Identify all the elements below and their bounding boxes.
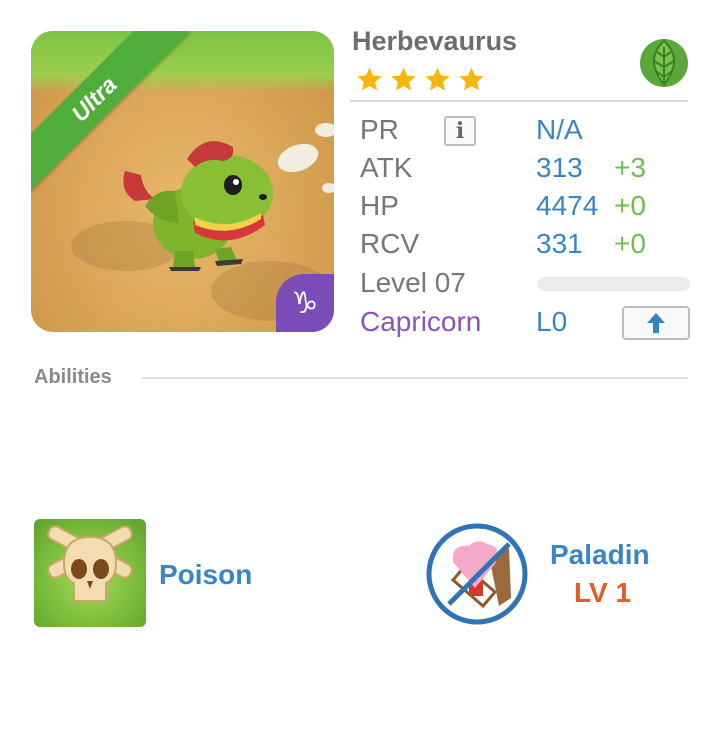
atk-label: ATK: [360, 152, 413, 183]
hp-bonus: +0: [614, 190, 646, 221]
hp-value: 4474: [536, 190, 599, 221]
dinosaur-monster: [123, 141, 273, 271]
heart-shield-icon[interactable]: [425, 522, 529, 626]
poison-ability-name: Poison: [159, 559, 253, 590]
monster-name: Herbevaurus: [352, 26, 518, 56]
info-button[interactable]: i: [444, 116, 476, 146]
skull-crossbones-icon: [47, 525, 133, 602]
level-progress-bar: [537, 277, 690, 291]
monster-portrait[interactable]: Ultra ♑: [31, 31, 334, 332]
info-icon: i: [455, 118, 465, 144]
grass-background: [31, 31, 334, 93]
paladin-ability-name: Paladin: [550, 539, 650, 570]
star-icon: [459, 67, 484, 91]
poison-ability-button[interactable]: [34, 519, 146, 627]
zodiac-upgrade-button[interactable]: [622, 306, 690, 340]
pr-value: N/A: [536, 114, 583, 145]
leaf-icon: [640, 39, 688, 87]
arrow-up-icon: [647, 313, 665, 333]
zodiac-level: L0: [536, 306, 568, 337]
atk-bonus: +3: [614, 152, 646, 183]
pr-label: PR: [360, 114, 399, 145]
level-label: Level 07: [360, 267, 466, 298]
zodiac-label: Capricorn: [360, 306, 482, 337]
star-rating: [355, 66, 486, 94]
atk-value: 313: [536, 152, 583, 183]
paladin-ability-level: LV 1: [574, 577, 632, 608]
star-icon: [357, 67, 382, 91]
star-icon: [425, 67, 450, 91]
divider: [142, 377, 688, 379]
stone: [322, 183, 334, 193]
abilities-header: Abilities: [34, 366, 112, 388]
hp-label: HP: [360, 190, 399, 221]
star-icon: [391, 67, 416, 91]
rcv-bonus: +0: [614, 228, 646, 259]
rcv-value: 331: [536, 228, 583, 259]
divider: [350, 100, 688, 102]
stone: [315, 123, 334, 137]
capricorn-icon: ♑: [276, 274, 334, 332]
rcv-label: RCV: [360, 228, 420, 259]
